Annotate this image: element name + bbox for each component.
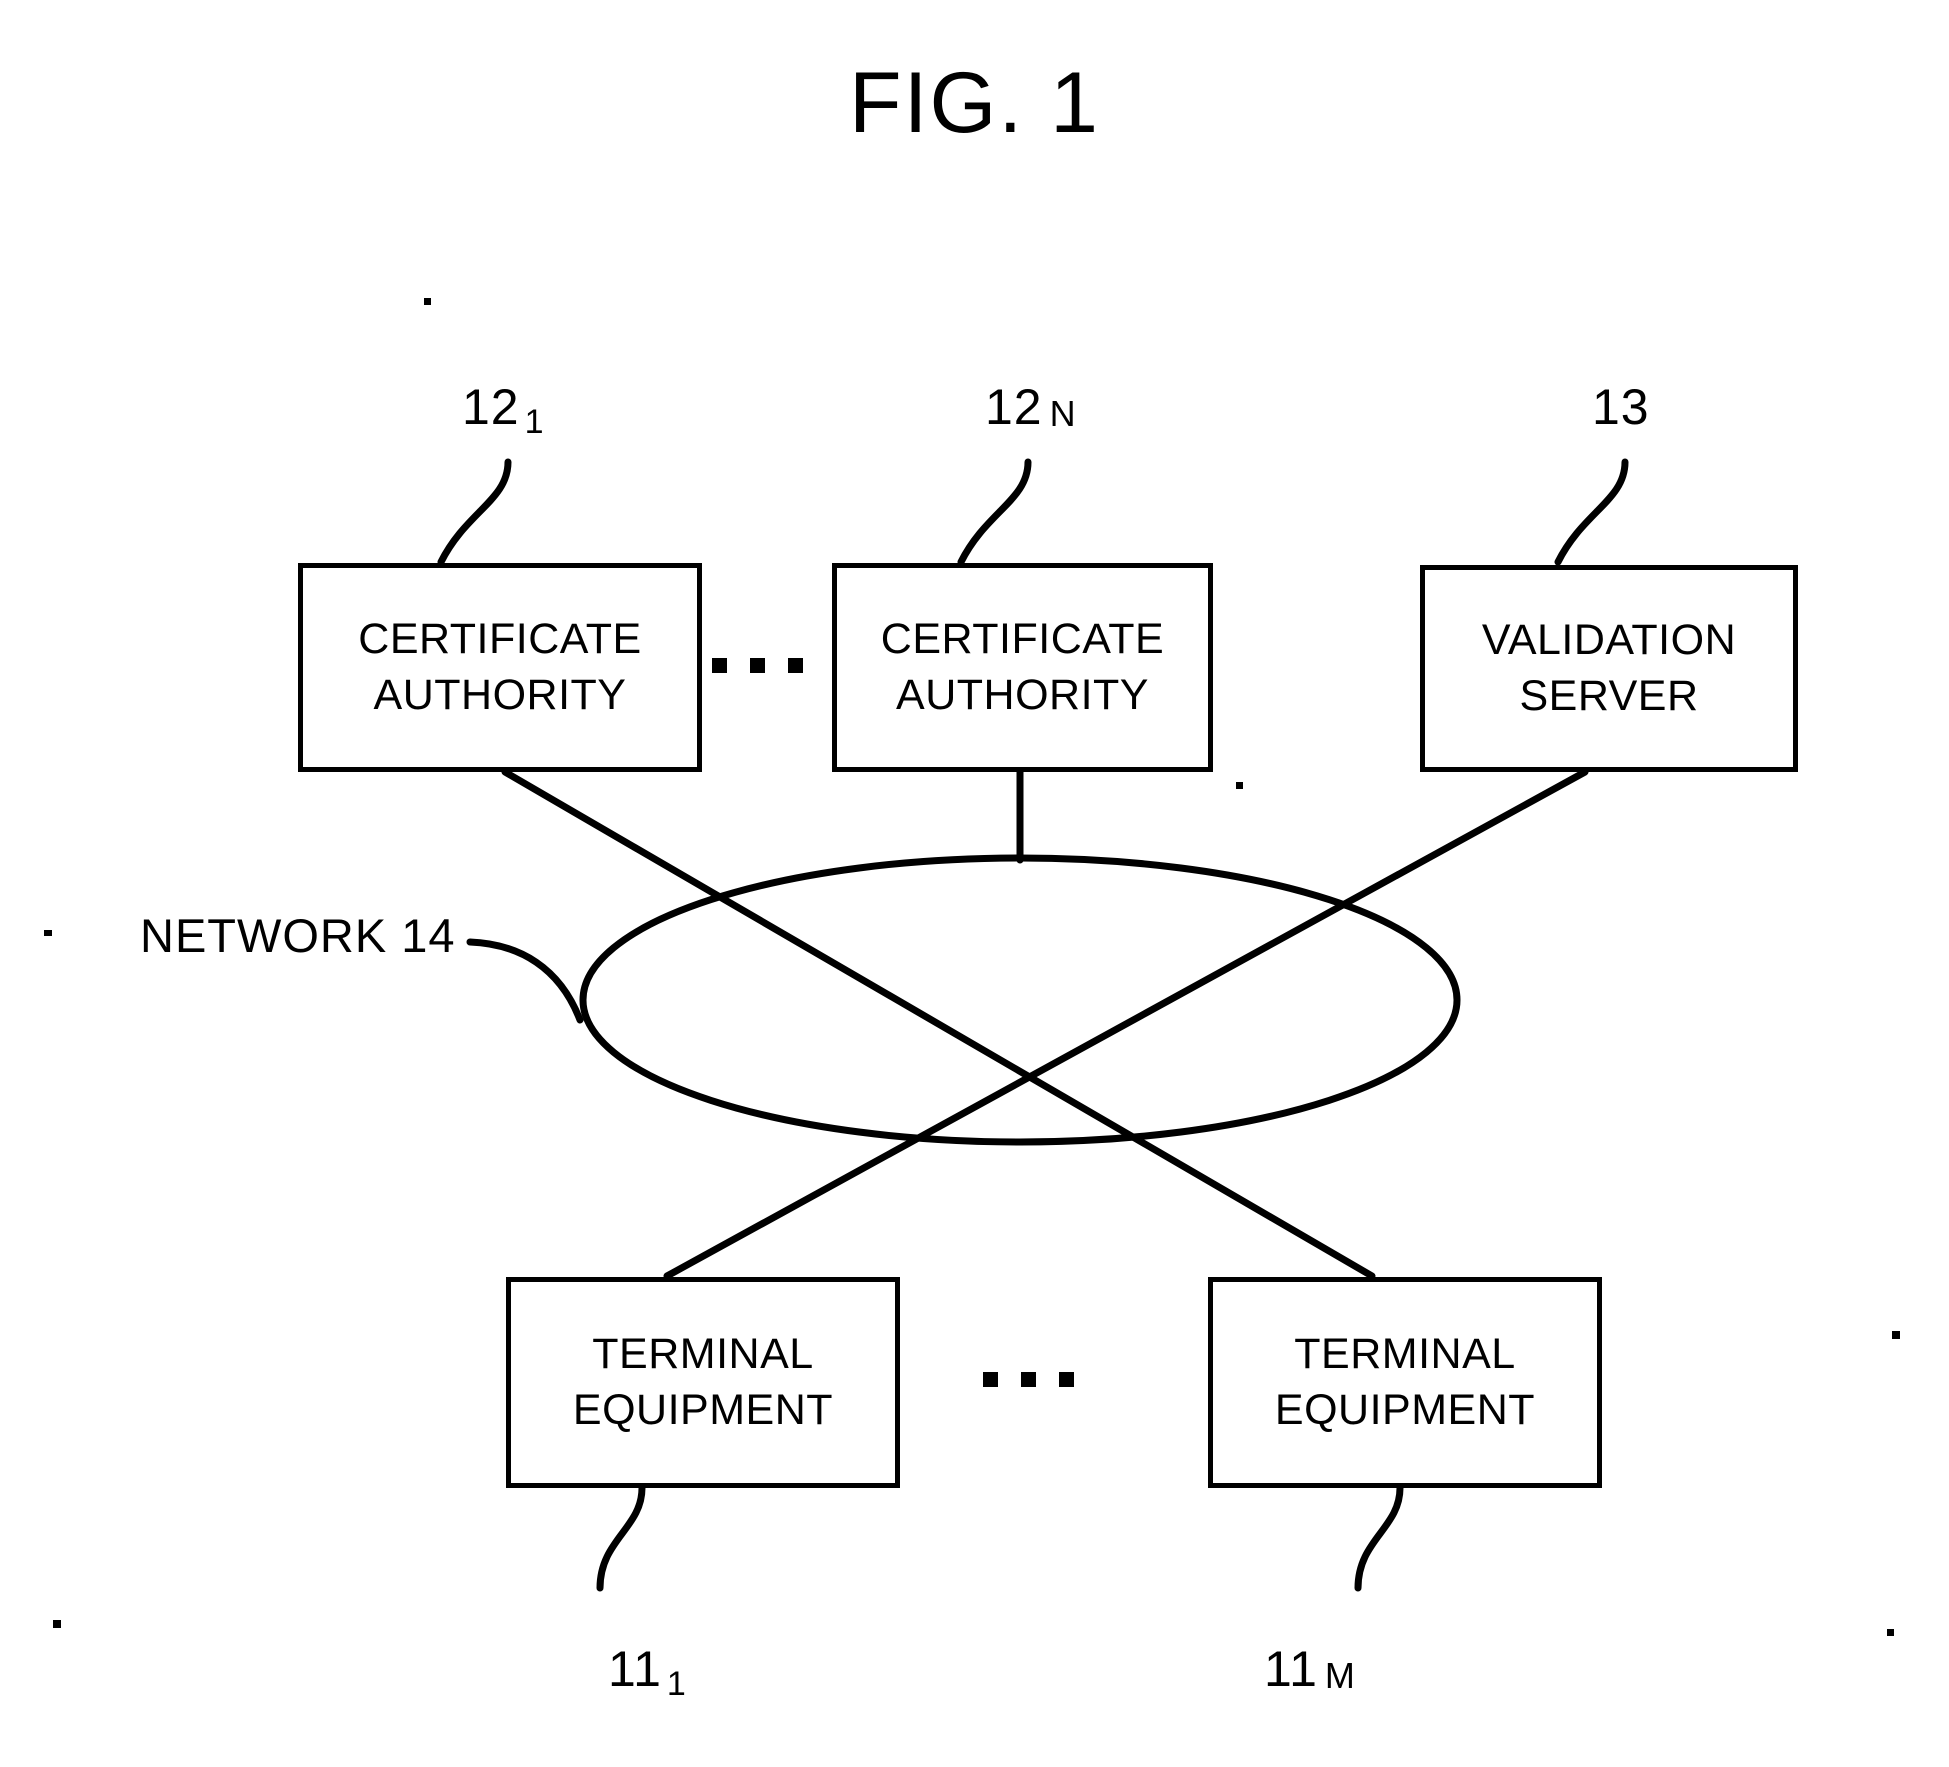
ref-number: 11 [608, 1641, 662, 1697]
scan-speck [44, 930, 52, 936]
scan-speck [1892, 1331, 1900, 1339]
ref-number: 12 [462, 379, 520, 435]
leader-line-network [466, 938, 584, 1024]
ref-label-ca1: 12 1 [462, 378, 544, 441]
ref-subscript: 1 [524, 403, 545, 441]
ref-subscript: M [1324, 1655, 1356, 1696]
node-label-line1: CERTIFICATE [880, 614, 1165, 663]
leader-line-validation-server [1554, 458, 1629, 566]
ref-number: 12 [985, 379, 1043, 435]
leader-line-terminal1 [596, 1484, 646, 1592]
figure-page: FIG. 1 12 1 12 N 13 11 1 11 M NETWORK 14… [0, 0, 1949, 1767]
node-label-line1: VALIDATION [1481, 615, 1737, 664]
scan-speck [1887, 1629, 1894, 1636]
scan-speck [424, 298, 431, 305]
node-terminal-equipment-1[interactable]: TERMINAL EQUIPMENT [506, 1277, 900, 1488]
ellipsis-between-certificate-authorities [712, 658, 803, 673]
node-certificate-authority-n[interactable]: CERTIFICATE AUTHORITY [832, 563, 1213, 772]
node-label-line1: TERMINAL [592, 1329, 814, 1378]
ref-number: 11 [1264, 1641, 1318, 1697]
leader-line-terminalm [1354, 1484, 1404, 1592]
ellipsis-dot [750, 658, 765, 673]
ellipsis-dot [788, 658, 803, 673]
scan-speck [53, 1620, 61, 1628]
network-ellipse [579, 854, 1461, 1146]
node-label-line2: AUTHORITY [896, 670, 1149, 719]
node-certificate-authority-1[interactable]: CERTIFICATE AUTHORITY [298, 563, 702, 772]
ref-number: 13 [1592, 379, 1650, 435]
node-label-line2: EQUIPMENT [1274, 1385, 1536, 1434]
ellipsis-dot [983, 1372, 998, 1387]
leader-line-ca1 [437, 458, 512, 566]
node-label-line2: EQUIPMENT [572, 1385, 834, 1434]
ref-subscript: N [1049, 393, 1077, 434]
scan-speck [1236, 782, 1243, 789]
ref-subscript: 1 [666, 1665, 687, 1703]
diagram-connectors [44, 298, 1900, 1636]
ref-label-terminalm: 11 M [1264, 1640, 1355, 1698]
ellipsis-dot [1059, 1372, 1074, 1387]
ref-label-can: 12 N [985, 378, 1076, 436]
ellipsis-dot [1021, 1372, 1036, 1387]
network-label: NETWORK 14 [140, 909, 456, 962]
node-label-line1: CERTIFICATE [358, 614, 642, 663]
node-label-line2: SERVER [1519, 671, 1699, 720]
leader-line-can [957, 458, 1032, 566]
node-validation-server[interactable]: VALIDATION SERVER [1420, 565, 1798, 772]
node-label-line1: TERMINAL [1294, 1329, 1516, 1378]
ref-label-terminal1: 11 1 [608, 1640, 686, 1703]
node-label-line2: AUTHORITY [373, 670, 627, 719]
ref-label-validation-server: 13 [1592, 378, 1650, 436]
ellipsis-dot [712, 658, 727, 673]
ellipsis-between-terminal-equipment [983, 1372, 1074, 1387]
connection-ca1-to-network [501, 768, 1376, 1280]
node-terminal-equipment-m[interactable]: TERMINAL EQUIPMENT [1208, 1277, 1602, 1488]
